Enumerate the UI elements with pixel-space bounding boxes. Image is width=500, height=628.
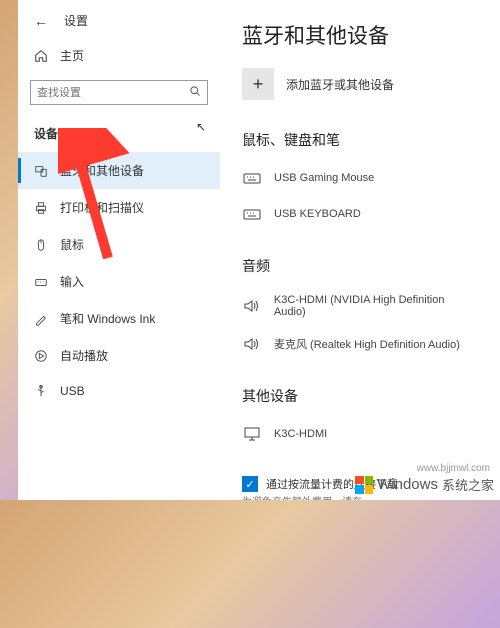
category-title-other: 其他设备 — [242, 386, 478, 406]
page-title: 蓝牙和其他设备 — [242, 20, 478, 50]
category-title-input: 鼠标、键盘和笔 — [242, 130, 478, 150]
device-label: USB Gaming Mouse — [274, 172, 374, 184]
device-label: K3C-HDMI — [274, 428, 327, 440]
sidebar-item-label: 输入 — [60, 273, 84, 290]
autoplay-icon — [34, 349, 48, 363]
keyboard-icon — [242, 168, 262, 188]
sidebar-item-printers[interactable]: 打印机和扫描仪 — [18, 189, 220, 226]
sidebar-item-bluetooth[interactable]: 蓝牙和其他设备 — [18, 152, 220, 189]
settings-title: 设置 — [64, 12, 88, 29]
search-input[interactable] — [37, 87, 189, 99]
sidebar-item-pen[interactable]: 笔和 Windows Ink — [18, 300, 220, 337]
category-title-audio: 音频 — [242, 256, 478, 276]
sidebar-item-label: 鼠标 — [60, 236, 84, 253]
sidebar-item-usb[interactable]: USB — [18, 374, 220, 408]
device-label: 麦克风 (Realtek High Definition Audio) — [274, 336, 460, 352]
sidebar-section-header: 设备 — [18, 117, 220, 152]
monitor-icon — [242, 424, 262, 444]
sidebar-item-label: USB — [60, 384, 85, 398]
speaker-icon — [242, 334, 262, 354]
watermark-brand: Windows — [377, 476, 438, 493]
add-device-button[interactable]: + 添加蓝牙或其他设备 — [242, 68, 478, 100]
home-nav[interactable]: 主页 — [18, 37, 220, 74]
checkbox-checked-icon: ✓ — [242, 476, 258, 492]
device-item[interactable]: 麦克风 (Realtek High Definition Audio) — [242, 326, 478, 362]
metered-note: 为避免产生额外费用，请在你使用按流量计费的 Internet 连接时保持关闭状态… — [242, 496, 362, 500]
back-button[interactable]: ← — [34, 13, 48, 29]
pen-icon — [34, 312, 48, 326]
sidebar-item-label: 自动播放 — [60, 347, 108, 364]
device-item[interactable]: K3C-HDMI — [242, 416, 478, 452]
windows-logo-icon — [355, 476, 373, 494]
sidebar-item-mouse[interactable]: 鼠标 — [18, 226, 220, 263]
watermark: Windows 系统之家 — [355, 475, 494, 494]
printer-icon — [34, 201, 48, 215]
device-label: USB KEYBOARD — [274, 208, 361, 220]
plus-icon: + — [242, 68, 274, 100]
device-item[interactable]: USB Gaming Mouse — [242, 160, 478, 196]
watermark-url: www.bjjmwl.com — [417, 463, 490, 474]
device-item[interactable]: K3C-HDMI (NVIDIA High Definition Audio) — [242, 286, 478, 326]
device-label: K3C-HDMI (NVIDIA High Definition Audio) — [274, 294, 478, 318]
sidebar-item-label: 笔和 Windows Ink — [60, 310, 155, 327]
keyboard-icon — [34, 275, 48, 289]
keyboard-icon — [242, 204, 262, 224]
devices-icon — [34, 164, 48, 178]
sidebar-item-label: 打印机和扫描仪 — [60, 199, 144, 216]
speaker-icon — [242, 296, 262, 316]
mouse-icon — [34, 238, 48, 252]
watermark-suffix: 系统之家 — [442, 475, 494, 494]
sidebar-item-autoplay[interactable]: 自动播放 — [18, 337, 220, 374]
sidebar-item-label: 蓝牙和其他设备 — [60, 162, 144, 179]
search-box[interactable] — [30, 80, 208, 105]
usb-icon — [34, 384, 48, 398]
search-icon — [189, 85, 201, 100]
add-device-label: 添加蓝牙或其他设备 — [286, 76, 394, 93]
sidebar-item-typing[interactable]: 输入 — [18, 263, 220, 300]
home-label: 主页 — [60, 47, 84, 64]
device-item[interactable]: USB KEYBOARD — [242, 196, 478, 232]
home-icon — [34, 49, 48, 63]
